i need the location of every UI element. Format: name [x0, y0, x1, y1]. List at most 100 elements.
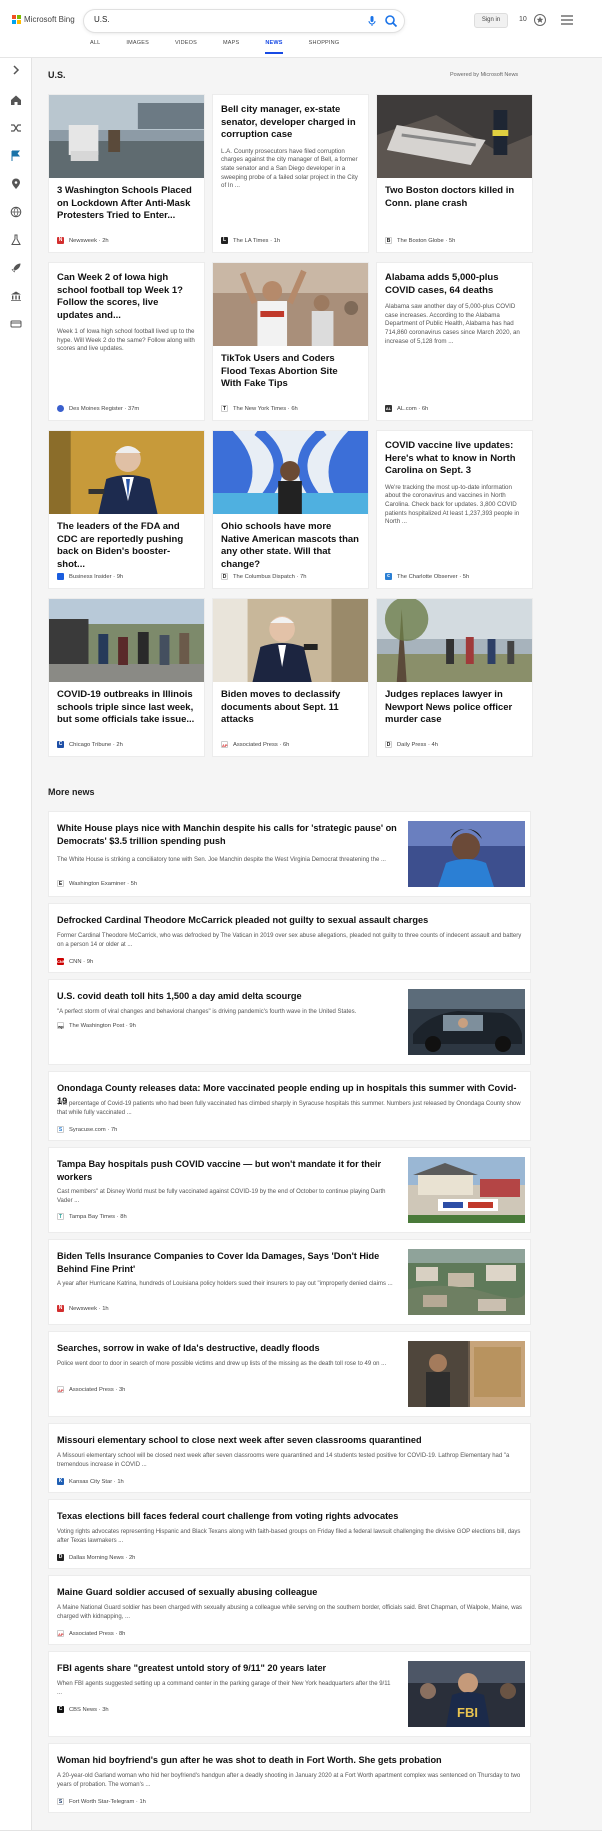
news-row[interactable]: Defrocked Cardinal Theodore McCarrick pl… [48, 903, 531, 973]
tab-maps[interactable]: MAPS [223, 40, 239, 54]
bing-logo[interactable]: Microsoft Bing [12, 15, 75, 24]
news-card[interactable]: Biden moves to declassify documents abou… [212, 598, 369, 757]
expand-chevron-icon[interactable] [10, 64, 22, 76]
tab-news[interactable]: NEWS [265, 40, 283, 54]
news-row[interactable]: FBI agents share "greatest untold story … [48, 1651, 531, 1737]
powered-by-label[interactable]: Powered by Microsoft News [450, 72, 518, 78]
source-name: The LA Times [233, 237, 269, 244]
source-name: The Boston Globe [397, 237, 444, 244]
source-name: Washington Examiner [69, 880, 126, 887]
tab-images[interactable]: IMAGES [126, 40, 149, 54]
search-icon[interactable] [384, 14, 398, 28]
card-headline: COVID-19 outbreaks in Illinois schools t… [57, 689, 195, 725]
news-card[interactable]: Ohio schools have more Native American m… [212, 430, 369, 589]
news-row[interactable]: Searches, sorrow in wake of Ida's destru… [48, 1331, 531, 1417]
microphone-icon[interactable] [366, 15, 378, 27]
row-snippet: Former Cardinal Theodore McCarrick, who … [57, 933, 522, 948]
news-row[interactable]: U.S. covid death toll hits 1,500 a day a… [48, 979, 531, 1065]
card-source: B The Boston Globe · 5h [385, 237, 456, 244]
row-snippet: A Maine National Guard soldier has been … [57, 1605, 522, 1620]
menu-icon[interactable] [561, 15, 573, 25]
source-name: Daily Press [397, 741, 427, 748]
news-card[interactable]: COVID-19 outbreaks in Illinois schools t… [48, 598, 205, 757]
money-icon[interactable] [10, 318, 22, 330]
news-row[interactable]: Texas elections bill faces federal court… [48, 1499, 531, 1569]
location-icon[interactable] [10, 178, 22, 190]
scope-tabs: ALL IMAGES VIDEOS MAPS NEWS SHOPPING [90, 40, 365, 54]
dallas-morning-news-icon: D [57, 1554, 64, 1561]
row-headline: White House plays nice with Manchin desp… [57, 823, 397, 846]
home-icon[interactable] [10, 94, 22, 106]
footer [0, 1830, 602, 1847]
rocket-icon[interactable] [10, 262, 22, 274]
source-age: 2h [128, 1554, 136, 1561]
search-box[interactable] [84, 10, 404, 32]
news-card[interactable]: Judges replaces lawyer in Newport News p… [376, 598, 533, 757]
rewards-points[interactable]: 10 [519, 16, 527, 23]
source-name: The Charlotte Observer [397, 573, 458, 580]
tampa-bay-times-icon: T [57, 1213, 64, 1220]
shuffle-icon[interactable] [10, 122, 22, 134]
news-row[interactable]: White House plays nice with Manchin desp… [48, 811, 531, 897]
source-age: 5h [462, 573, 470, 580]
row-snippet: Voting rights advocates representing His… [57, 1529, 521, 1544]
search-input[interactable] [94, 15, 344, 24]
columbus-dispatch-icon: D [221, 573, 228, 580]
flag-icon[interactable] [10, 150, 22, 162]
source-age: 7h [110, 1126, 118, 1133]
rewards-icon[interactable] [533, 13, 547, 27]
source-name: Business Insider [69, 573, 112, 580]
card-headline: 3 Washington Schools Placed on Lockdown … [57, 185, 192, 221]
tab-all[interactable]: ALL [90, 40, 100, 54]
news-card[interactable]: Two Boston doctors killed in Conn. plane… [376, 94, 533, 253]
card-snippet: Week 1 of Iowa high school football live… [57, 328, 195, 353]
row-headline: Tampa Bay hospitals push COVID vaccine —… [57, 1159, 382, 1182]
source-name: Associated Press [233, 741, 278, 748]
business-insider-icon [57, 573, 64, 580]
row-snippet: When FBI agents suggested setting up a c… [57, 1681, 391, 1696]
news-card[interactable]: The leaders of the FDA and CDC are repor… [48, 430, 205, 589]
news-card[interactable]: Alabama adds 5,000-plus COVID cases, 64 … [376, 262, 533, 421]
card-image [377, 599, 532, 682]
source-age: 37m [127, 405, 140, 412]
news-row[interactable]: Onondaga County releases data: More vacc… [48, 1071, 531, 1141]
card-source: C Chicago Tribune · 2h [57, 741, 123, 748]
news-row[interactable]: Tampa Bay hospitals push COVID vaccine —… [48, 1147, 531, 1233]
news-card[interactable]: Bell city manager, ex-state senator, dev… [212, 94, 369, 253]
card-source: Business Insider · 9h [57, 573, 123, 580]
row-thumbnail [408, 1341, 525, 1407]
source-age: 9h [86, 958, 94, 965]
microsoft-logo-icon [12, 15, 21, 24]
kansas-city-star-icon: K [57, 1478, 64, 1485]
sign-in-button[interactable]: Sign in [474, 13, 508, 28]
source-age: 8h [120, 1213, 127, 1220]
row-source: T Tampa Bay Times · 8h [57, 1213, 127, 1220]
row-headline: FBI agents share "greatest untold story … [57, 1663, 327, 1673]
card-headline: COVID vaccine live updates: Here's what … [385, 440, 516, 476]
cbs-news-icon: C [57, 1706, 64, 1713]
row-source: AP Associated Press · 3h [57, 1386, 126, 1393]
card-headline: Can Week 2 of Iowa high school football … [57, 272, 183, 321]
news-card[interactable]: COVID vaccine live updates: Here's what … [376, 430, 533, 589]
science-icon[interactable] [10, 234, 22, 246]
globe-icon[interactable] [10, 206, 22, 218]
news-row[interactable]: Biden Tells Insurance Companies to Cover… [48, 1239, 531, 1325]
news-card[interactable]: 3 Washington Schools Placed on Lockdown … [48, 94, 205, 253]
news-row[interactable]: Woman hid boyfriend's gun after he was s… [48, 1743, 531, 1813]
source-age: 1h [102, 1305, 109, 1312]
card-source: Des Moines Register · 37m [57, 405, 139, 412]
news-row[interactable]: Maine Guard soldier accused of sexually … [48, 1575, 531, 1645]
card-headline: Alabama adds 5,000-plus COVID cases, 64 … [385, 272, 499, 296]
tab-videos[interactable]: VIDEOS [175, 40, 197, 54]
source-name: AL.com [397, 405, 417, 412]
row-snippet: The White House is striking a conciliato… [57, 857, 386, 863]
tab-shopping[interactable]: SHOPPING [309, 40, 340, 54]
daily-press-icon: D [385, 741, 392, 748]
row-snippet: A 20-year-old Garland woman who hid her … [57, 1773, 521, 1788]
politics-icon[interactable] [10, 290, 22, 302]
news-card[interactable]: TikTok Users and Coders Flood Texas Abor… [212, 262, 369, 421]
boston-globe-icon: B [385, 237, 392, 244]
news-row[interactable]: Missouri elementary school to close next… [48, 1423, 531, 1493]
news-card[interactable]: Can Week 2 of Iowa high school football … [48, 262, 205, 421]
source-name: The Washington Post [69, 1022, 125, 1029]
